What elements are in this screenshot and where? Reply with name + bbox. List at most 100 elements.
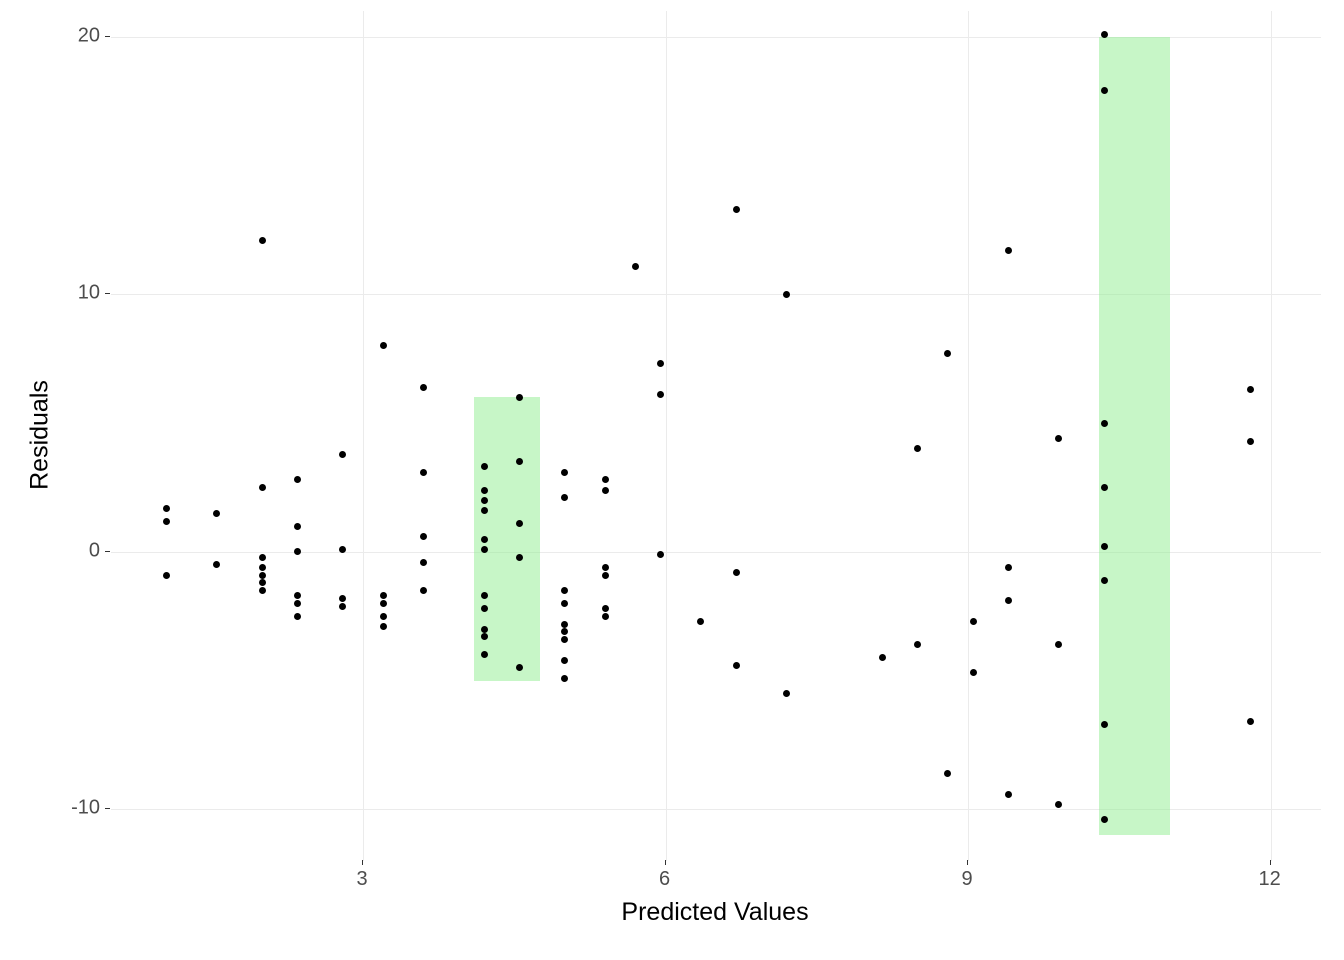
x-tick-label: 6 [659,868,670,891]
y-tick-label: 0 [89,539,100,562]
y-tick-label: 10 [78,282,100,305]
data-point [259,484,266,491]
data-point [294,592,301,599]
y-tick-mark [105,551,110,552]
data-point [339,603,346,610]
data-point [259,572,266,579]
gridline-v [363,11,364,861]
x-tick-mark [967,860,968,865]
data-point [1247,718,1254,725]
data-point [516,554,523,561]
data-point [944,770,951,777]
data-point [380,600,387,607]
data-point [1247,386,1254,393]
data-point [602,487,609,494]
data-point [561,469,568,476]
data-point [516,394,523,401]
data-point [879,654,886,661]
scatter-chart: Predicted Values Residuals 3 6 9 12 -10 0 10 20 [0,0,1344,960]
data-point [339,451,346,458]
data-point [1055,801,1062,808]
y-tick-label: 20 [78,24,100,47]
data-point [481,605,488,612]
data-point [733,569,740,576]
data-point [163,518,170,525]
data-point [259,554,266,561]
data-point [481,536,488,543]
data-point [420,587,427,594]
data-point [420,384,427,391]
data-point [259,579,266,586]
data-point [1055,435,1062,442]
x-tick-label: 12 [1258,868,1280,891]
data-point [561,628,568,635]
data-point [259,237,266,244]
gridline-v [968,11,969,861]
data-point [970,618,977,625]
y-tick-label: -10 [71,797,100,820]
data-point [481,626,488,633]
plot-panel [110,10,1322,862]
data-point [561,587,568,594]
data-point [561,675,568,682]
y-tick-mark [105,293,110,294]
data-point [914,445,921,452]
data-point [783,690,790,697]
data-point [213,561,220,568]
data-point [481,497,488,504]
data-point [1005,791,1012,798]
data-point [602,476,609,483]
gridline-v [1271,11,1272,861]
data-point [294,613,301,620]
data-point [1101,484,1108,491]
data-point [481,592,488,599]
x-axis-title: Predicted Values [621,898,808,927]
highlight-rect [1099,37,1170,835]
data-point [561,621,568,628]
data-point [561,600,568,607]
data-point [1247,438,1254,445]
data-point [213,510,220,517]
data-point [380,592,387,599]
data-point [339,595,346,602]
data-point [163,505,170,512]
data-point [1005,247,1012,254]
data-point [1101,420,1108,427]
data-point [657,360,664,367]
data-point [914,641,921,648]
x-tick-mark [665,860,666,865]
data-point [294,548,301,555]
data-point [294,600,301,607]
x-tick-label: 3 [357,868,368,891]
data-point [1005,564,1012,571]
x-tick-mark [362,860,363,865]
data-point [602,605,609,612]
data-point [481,487,488,494]
data-point [602,613,609,620]
y-axis-title: Residuals [26,380,55,490]
data-point [1055,641,1062,648]
data-point [944,350,951,357]
data-point [516,520,523,527]
data-point [783,291,790,298]
data-point [420,559,427,566]
data-point [1101,543,1108,550]
data-point [1101,31,1108,38]
data-point [1101,816,1108,823]
data-point [481,633,488,640]
data-point [561,657,568,664]
data-point [163,572,170,579]
data-point [259,564,266,571]
data-point [420,533,427,540]
data-point [481,507,488,514]
data-point [733,662,740,669]
data-point [481,546,488,553]
x-tick-label: 9 [962,868,973,891]
data-point [561,494,568,501]
y-tick-mark [105,808,110,809]
data-point [657,551,664,558]
data-point [481,463,488,470]
data-point [1005,597,1012,604]
data-point [561,636,568,643]
data-point [380,623,387,630]
